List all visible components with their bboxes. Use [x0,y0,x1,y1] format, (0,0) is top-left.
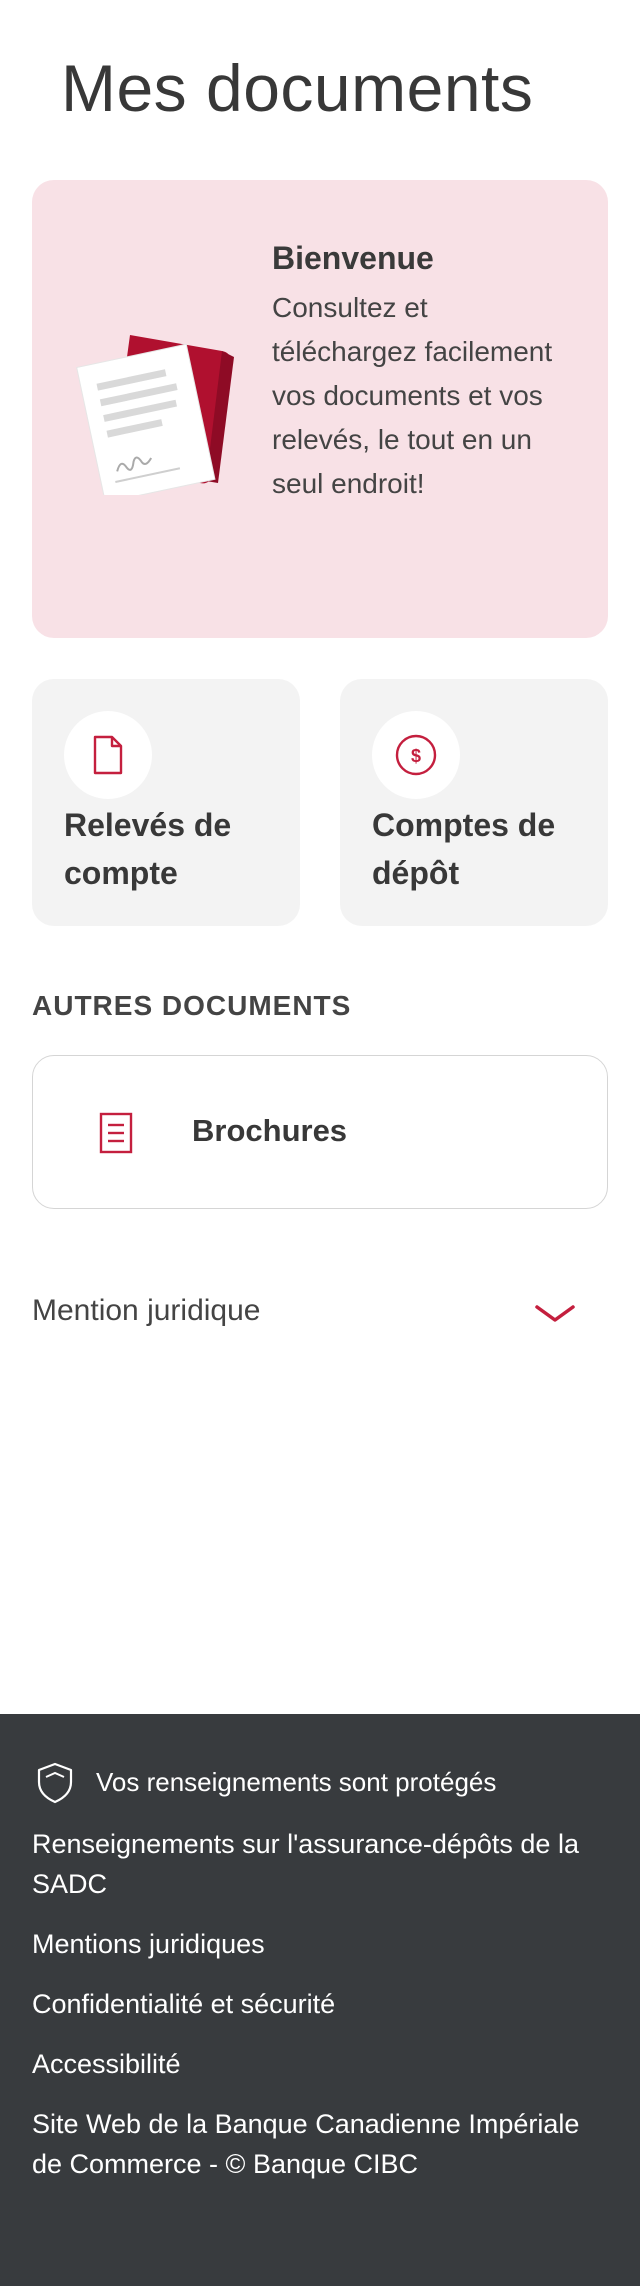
document-icon [93,735,123,775]
documents-folder-illustration [76,335,234,495]
footer-link-cdic[interactable]: Renseignements sur l'assurance-dépôts de… [32,1824,602,1904]
tile-label: Relevés de compte [64,807,232,891]
dollar-circle-icon: $ [395,734,437,776]
footer: Vos renseignements sont protégés Renseig… [0,1714,640,2286]
other-documents-heading: AUTRES DOCUMENTS [32,990,352,1021]
svg-text:$: $ [411,746,421,766]
footer-link-privacy[interactable]: Confidentialité et sécurité [32,1984,602,2024]
footer-link-accessibility[interactable]: Accessibilité [32,2044,602,2084]
tile-deposit-accounts[interactable]: $ Comptes de dépôt [340,679,608,926]
tile-account-statements[interactable]: Relevés de compte [32,679,300,926]
legal-mention-toggle[interactable]: Mention juridique [32,1290,576,1340]
tile-icon-circle [64,711,152,799]
brochure-icon [99,1112,133,1154]
welcome-card: Bienvenue Consultez et téléchargez facil… [32,180,608,638]
footer-link-legal[interactable]: Mentions juridiques [32,1924,602,1964]
welcome-title: Bienvenue [272,240,434,276]
brochures-card[interactable]: Brochures [32,1055,608,1209]
footer-protected-text: Vos renseignements sont protégés [96,1767,497,1797]
legal-mention-label: Mention juridique [32,1294,261,1327]
welcome-text: Consultez et téléchargez facilement vos … [272,292,553,499]
footer-link-cibc-site[interactable]: Site Web de la Banque Canadienne Impéria… [32,2104,602,2184]
tile-label: Comptes de dépôt [372,807,556,891]
tile-icon-circle: $ [372,711,460,799]
page-title: Mes documents [61,51,534,125]
shield-icon [37,1762,73,1804]
chevron-down-icon [535,1305,575,1322]
brochures-label: Brochures [192,1113,348,1148]
